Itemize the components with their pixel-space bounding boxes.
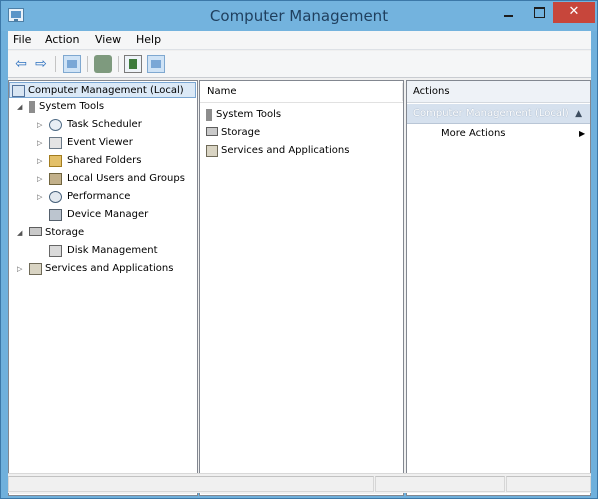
tree-item-device-manager[interactable]: Device Manager — [37, 207, 197, 223]
tools-icon — [29, 101, 35, 113]
collapsed-toggle-icon[interactable]: ▷ — [37, 171, 45, 187]
actions-header: Actions — [407, 81, 590, 103]
tree-item-event-viewer[interactable]: ▷ Event Viewer — [37, 135, 197, 151]
shared-folder-icon — [49, 155, 62, 167]
services-icon — [206, 145, 218, 157]
collapsed-toggle-icon[interactable]: ▷ — [37, 117, 45, 133]
storage-icon — [206, 127, 218, 136]
minimize-button[interactable] — [493, 2, 523, 23]
submenu-arrow-icon[interactable]: ▶ — [579, 126, 585, 142]
tree-item-services-and-applications[interactable]: ▷ Services and Applications — [17, 261, 192, 277]
collapsed-toggle-icon[interactable]: ▷ — [37, 135, 45, 151]
tree-item-performance[interactable]: ▷ Performance — [37, 189, 197, 205]
help-icon[interactable] — [124, 55, 142, 73]
computer-icon — [12, 85, 25, 97]
expand-toggle-icon[interactable]: ◢ — [17, 99, 25, 115]
tree-item-system-tools[interactable]: ◢ System Tools — [17, 99, 192, 115]
computer-management-window: Computer Management ✕ File Action View H… — [0, 0, 598, 499]
close-button[interactable]: ✕ — [553, 2, 595, 23]
status-segment — [506, 476, 591, 492]
device-manager-icon — [49, 209, 62, 221]
users-icon — [49, 173, 62, 185]
menu-bar: File Action View Help — [8, 31, 591, 50]
tree-item-storage[interactable]: ◢ Storage — [17, 225, 192, 241]
tree-item-computer-management[interactable]: Computer Management (Local) — [9, 82, 196, 98]
collapsed-toggle-icon[interactable]: ▷ — [37, 153, 45, 169]
tree-item-disk-management[interactable]: Disk Management — [37, 243, 197, 259]
status-bar — [8, 473, 591, 493]
title-bar[interactable]: Computer Management ✕ — [1, 1, 597, 31]
actions-group-label: Computer Management (Local) — [413, 108, 569, 119]
clock-icon — [49, 119, 62, 131]
tools-icon — [206, 109, 212, 121]
disk-management-icon — [49, 245, 62, 257]
menu-action[interactable]: Action — [45, 33, 79, 46]
tree-item-task-scheduler[interactable]: ▷ Task Scheduler — [37, 117, 197, 133]
performance-icon — [49, 191, 62, 203]
more-actions-item[interactable]: More Actions — [441, 126, 506, 142]
tree-item-local-users-and-groups[interactable]: ▷ Local Users and Groups — [37, 171, 197, 187]
toolbar: ⇦ ⇨ — [8, 51, 591, 78]
status-segment — [375, 476, 505, 492]
storage-icon — [29, 227, 42, 236]
maximize-button[interactable] — [524, 2, 554, 23]
forward-arrow-icon[interactable]: ⇨ — [32, 55, 50, 73]
expand-toggle-icon[interactable]: ◢ — [17, 225, 25, 241]
collapse-up-icon[interactable]: ▲ — [575, 104, 582, 124]
menu-view[interactable]: View — [95, 33, 121, 46]
toolbar-separator — [87, 56, 88, 72]
tree-item-shared-folders[interactable]: ▷ Shared Folders — [37, 153, 197, 169]
menu-file[interactable]: File — [13, 33, 31, 46]
show-hide-action-pane-icon[interactable] — [147, 55, 165, 73]
results-pane[interactable]: Name System Tools Storage Services and A… — [199, 80, 404, 496]
column-header-name[interactable]: Name — [200, 81, 403, 103]
toolbar-separator — [118, 56, 119, 72]
back-arrow-icon[interactable]: ⇦ — [12, 55, 30, 73]
collapsed-toggle-icon[interactable]: ▷ — [17, 261, 25, 277]
collapsed-toggle-icon[interactable]: ▷ — [37, 189, 45, 205]
actions-group-computer-management[interactable]: Computer Management (Local) ▲ — [407, 104, 590, 124]
show-hide-console-tree-icon[interactable] — [63, 55, 81, 73]
client-area: File Action View Help ⇦ ⇨ Computer Manag… — [8, 31, 591, 496]
toolbar-separator — [55, 56, 56, 72]
refresh-icon[interactable] — [94, 55, 112, 73]
menu-help[interactable]: Help — [136, 33, 161, 46]
actions-pane[interactable]: Actions Computer Management (Local) ▲ Mo… — [406, 80, 591, 496]
console-tree-pane[interactable]: Computer Management (Local) ◢ System Too… — [8, 80, 198, 496]
event-viewer-icon — [49, 137, 62, 149]
status-segment — [8, 476, 374, 492]
services-icon — [29, 263, 42, 275]
